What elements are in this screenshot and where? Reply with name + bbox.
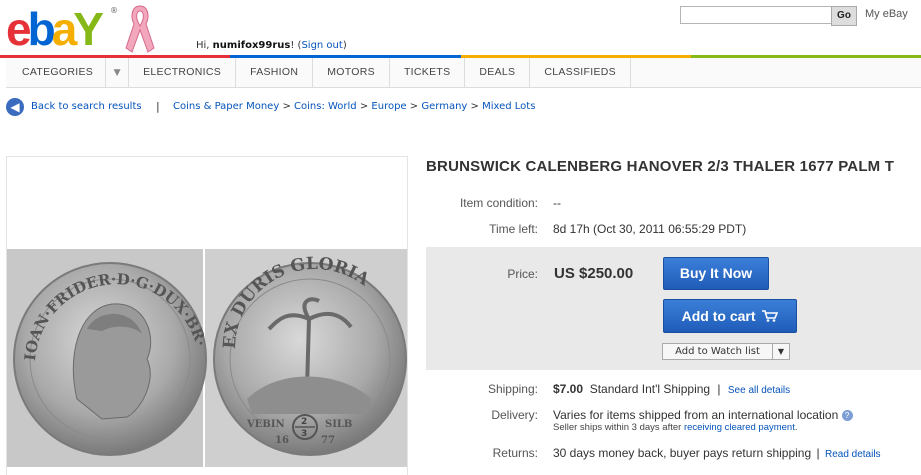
delivery-text: Varies for items shipped from an interna…: [553, 408, 839, 422]
cart-icon: [762, 310, 779, 322]
logo-letter-a: a: [51, 3, 78, 55]
breadcrumb-arrow: >: [470, 101, 479, 112]
delivery-note: Seller ships within 3 days after receivi…: [553, 422, 798, 433]
back-to-search-link[interactable]: Back to search results: [31, 101, 142, 112]
username: numifox99rus: [212, 40, 291, 51]
breadcrumb-arrow: >: [359, 101, 369, 112]
search-input[interactable]: [680, 6, 832, 24]
delivery-note-end: .: [794, 422, 798, 433]
greeting-prefix: Hi,: [196, 40, 213, 51]
cleared-payment-link[interactable]: receiving cleared payment: [684, 422, 795, 433]
coin-photo[interactable]: IOAN·FRIDER·D·G·DUX·BR·E·L EX DURIS GLOR…: [7, 249, 407, 467]
pink-ribbon-icon: [125, 5, 155, 53]
watch-list-label[interactable]: Add to Watch list: [663, 344, 773, 359]
time-left-label: Time left:: [489, 222, 538, 236]
nav-fashion[interactable]: FASHION: [236, 58, 314, 87]
item-image-frame: IOAN·FRIDER·D·G·DUX·BR·E·L EX DURIS GLOR…: [6, 156, 408, 475]
denomination-bottom: 3: [301, 429, 307, 439]
buy-it-now-button[interactable]: Buy It Now: [663, 257, 769, 290]
returns-separator: |: [816, 446, 820, 460]
chevron-down-icon[interactable]: ▼: [105, 58, 130, 87]
shipping-value: $7.00 Standard Int'l Shipping | See all …: [553, 382, 790, 396]
delivery-label: Delivery:: [491, 408, 538, 422]
delivery-value: Varies for items shipped from an interna…: [553, 408, 853, 422]
help-icon[interactable]: ?: [841, 410, 853, 421]
ebay-logo[interactable]: ebaY: [6, 3, 104, 55]
nav-categories[interactable]: CATEGORIES: [6, 58, 105, 87]
user-greeting: Hi, numifox99rus! (Sign out): [196, 40, 347, 51]
delivery-note-text: Seller ships within 3 days after: [553, 422, 684, 433]
price-value: US $250.00: [554, 265, 634, 282]
trademark: ®: [110, 6, 118, 15]
denomination-top: 2: [301, 417, 307, 427]
breadcrumb-arrow: >: [282, 101, 291, 112]
breadcrumb-europe[interactable]: Europe: [371, 101, 406, 112]
reverse-year-left: 16: [275, 435, 289, 446]
back-arrow-icon[interactable]: ◀: [6, 98, 24, 116]
breadcrumb-coins-paper-money[interactable]: Coins & Paper Money: [173, 101, 279, 112]
condition-value: --: [553, 196, 561, 210]
logo-letter-e: e: [6, 3, 32, 55]
breadcrumb: Coins & Paper Money > Coins: World > Eur…: [173, 101, 535, 112]
nav-deals[interactable]: DEALS: [465, 58, 531, 87]
see-all-details-link[interactable]: See all details: [728, 385, 790, 396]
chevron-down-icon[interactable]: ▼: [773, 344, 789, 359]
add-to-cart-label: Add to cart: [681, 308, 756, 324]
go-button[interactable]: Go: [831, 6, 857, 26]
shipping-label: Shipping:: [487, 382, 538, 396]
logo-letter-b: b: [27, 3, 56, 55]
reverse-bottom-right: SILB: [325, 419, 352, 430]
greeting-end: ): [342, 40, 347, 51]
breadcrumb-separator: |: [156, 100, 160, 113]
nav-classifieds[interactable]: CLASSIFIEDS: [530, 58, 631, 87]
nav-tickets[interactable]: TICKETS: [390, 58, 466, 87]
reverse-bottom-left: VEBIN: [246, 419, 285, 430]
nav-electronics[interactable]: ELECTRONICS: [129, 58, 237, 87]
shipping-separator: |: [717, 382, 721, 396]
shipping-method: Standard Int'l Shipping: [589, 382, 711, 396]
condition-label: Item condition:: [459, 196, 538, 210]
returns-value: 30 days money back, buyer pays return sh…: [553, 446, 881, 460]
category-nav: CATEGORIES ▼ ELECTRONICS FASHION MOTORS …: [6, 58, 921, 88]
read-details-link[interactable]: Read details: [825, 449, 881, 460]
greeting-suffix: ! (: [290, 40, 302, 51]
time-left-value: 8d 17h (Oct 30, 2011 06:55:29 PDT): [553, 222, 747, 236]
logo-letter-y: Y: [73, 3, 104, 55]
breadcrumb-mixed-lots[interactable]: Mixed Lots: [482, 101, 535, 112]
shipping-cost: $7.00: [553, 382, 584, 396]
add-to-watch-list-button[interactable]: Add to Watch list ▼: [662, 343, 790, 360]
sign-out-link[interactable]: Sign out: [301, 40, 342, 51]
price-label: Price:: [507, 267, 538, 281]
add-to-cart-button[interactable]: Add to cart: [663, 299, 797, 333]
breadcrumb-arrow: >: [409, 101, 419, 112]
my-ebay-link[interactable]: My eBay: [865, 8, 908, 20]
nav-motors[interactable]: MOTORS: [313, 58, 390, 87]
reverse-year-right: 77: [321, 435, 335, 446]
item-title: BRUNSWICK CALENBERG HANOVER 2/3 THALER 1…: [426, 158, 895, 175]
breadcrumb-coins-world[interactable]: Coins: World: [294, 101, 357, 112]
returns-label: Returns:: [492, 446, 538, 460]
returns-text: 30 days money back, buyer pays return sh…: [553, 446, 812, 460]
breadcrumb-germany[interactable]: Germany: [421, 101, 467, 112]
